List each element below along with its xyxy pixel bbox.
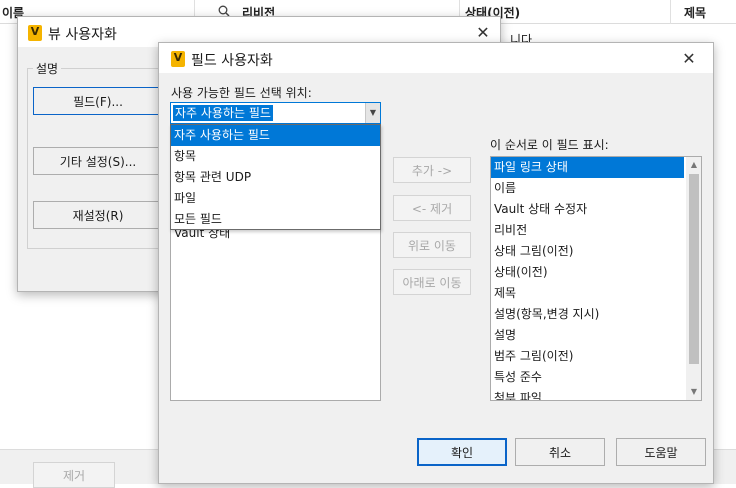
scroll-up-icon[interactable]: ▲: [686, 157, 701, 173]
column-header-title[interactable]: 제목: [684, 4, 706, 21]
ok-button[interactable]: 확인: [417, 438, 507, 466]
cancel-button-label: 취소: [548, 445, 572, 460]
add-field-button[interactable]: 추가 ->: [393, 157, 471, 183]
ok-button-label: 확인: [450, 445, 474, 460]
list-item[interactable]: 설명: [491, 325, 701, 346]
remove-field-button-label: <- 제거: [411, 201, 453, 216]
reset-button[interactable]: 재설정(R): [33, 201, 163, 229]
cancel-button[interactable]: 취소: [515, 438, 605, 466]
list-item[interactable]: 파일 링크 상태: [491, 157, 684, 178]
shown-fields-list[interactable]: 파일 링크 상태 이름 Vault 상태 수정자 리비전 상태 그림(이전) 상…: [490, 156, 702, 401]
view-dialog-title: 뷰 사용자화: [48, 27, 117, 43]
dropdown-option[interactable]: 자주 사용하는 필드: [171, 125, 380, 146]
list-item[interactable]: 제목: [491, 283, 701, 304]
dropdown-option[interactable]: 파일: [171, 188, 380, 209]
close-icon[interactable]: ✕: [473, 23, 493, 43]
list-item[interactable]: 상태(이전): [491, 262, 701, 283]
help-button-label: 도움말: [644, 445, 678, 460]
list-item[interactable]: 범주 그림(이전): [491, 346, 701, 367]
close-icon[interactable]: ✕: [679, 49, 699, 69]
dropdown-option[interactable]: 모든 필드: [171, 209, 380, 230]
field-customize-dialog: V 필드 사용자화 ✕ 사용 가능한 필드 선택 위치: 자주 사용하는 필드 …: [158, 42, 714, 484]
description-group-label: 설명: [33, 60, 62, 77]
move-up-button-label: 위로 이동: [408, 238, 456, 253]
fields-button-label: 필드(F)...: [73, 94, 123, 109]
scrollbar[interactable]: ▲ ▼: [686, 157, 701, 400]
field-source-label: 사용 가능한 필드 선택 위치:: [171, 86, 312, 100]
scrollbar-thumb[interactable]: [689, 174, 699, 364]
list-item[interactable]: 상태 그림(이전): [491, 241, 701, 262]
chevron-down-icon[interactable]: ▼: [365, 103, 380, 123]
combobox-value: 자주 사용하는 필드: [173, 105, 273, 121]
move-down-button-label: 아래로 이동: [402, 275, 462, 290]
vault-logo-icon: V: [171, 51, 185, 67]
list-item[interactable]: 첨부 파일: [491, 388, 701, 400]
dropdown-option[interactable]: 항목: [171, 146, 380, 167]
vault-logo-icon: V: [28, 25, 42, 41]
list-item[interactable]: 이름: [491, 178, 701, 199]
field-dialog-title: 필드 사용자화: [191, 53, 273, 69]
shown-fields-label: 이 순서로 이 필드 표시:: [490, 138, 609, 152]
field-source-combobox[interactable]: 자주 사용하는 필드 ▼: [170, 102, 381, 124]
list-item[interactable]: 설명(항목,변경 지시): [491, 304, 701, 325]
move-down-button[interactable]: 아래로 이동: [393, 269, 471, 295]
add-field-button-label: 추가 ->: [411, 163, 453, 178]
fields-button[interactable]: 필드(F)...: [33, 87, 163, 115]
remove-field-button[interactable]: <- 제거: [393, 195, 471, 221]
other-settings-button[interactable]: 기타 설정(S)...: [33, 147, 163, 175]
help-button[interactable]: 도움말: [616, 438, 706, 466]
field-source-dropdown: 자주 사용하는 필드 항목 항목 관련 UDP 파일 모든 필드: [170, 124, 381, 230]
dropdown-option[interactable]: 항목 관련 UDP: [171, 167, 380, 188]
list-item[interactable]: 특성 준수: [491, 367, 701, 388]
remove-button-background-label: 제거: [62, 468, 86, 483]
column-divider: [670, 0, 671, 24]
scroll-down-icon[interactable]: ▼: [686, 384, 701, 400]
remove-button-background[interactable]: 제거: [33, 462, 115, 488]
reset-button-label: 재설정(R): [72, 208, 124, 223]
field-dialog-titlebar: V 필드 사용자화 ✕: [159, 43, 713, 73]
list-item[interactable]: Vault 상태 수정자: [491, 199, 701, 220]
list-item[interactable]: 리비전: [491, 220, 701, 241]
move-up-button[interactable]: 위로 이동: [393, 232, 471, 258]
other-settings-button-label: 기타 설정(S)...: [59, 154, 137, 169]
